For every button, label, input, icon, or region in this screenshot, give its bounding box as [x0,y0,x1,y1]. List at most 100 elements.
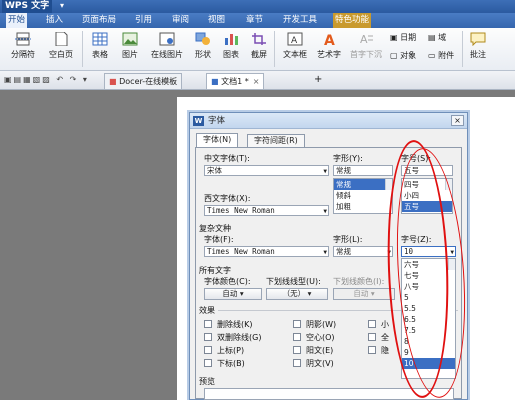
close-icon[interactable]: × [451,115,464,126]
tab-home[interactable]: 开始 [6,13,28,28]
chevron-down-icon: ▾ [239,289,244,298]
attachment-button[interactable]: ▭ 附件 [428,50,454,62]
west-font-select[interactable]: Times New Roman ▼ [204,205,329,216]
new-tab-button[interactable]: + [314,74,322,85]
picture-button[interactable]: 图片 [116,30,144,68]
table-icon [92,32,108,46]
underline-color-label: 下划线颜色(I): [333,277,385,286]
page-break-button[interactable]: 分隔符 [4,30,42,68]
strikethrough-checkbox[interactable] [204,320,212,328]
double-strikethrough-checkbox[interactable] [204,333,212,341]
style-list[interactable]: 常规 倾斜 加粗 [333,178,393,214]
west-font-label: 西文字体(X): [204,194,251,203]
small-caps-checkbox[interactable] [368,320,376,328]
app-menu-chevron-icon[interactable]: ▾ [60,1,64,10]
tab-developer[interactable]: 开发工具 [281,13,319,28]
outline-checkbox[interactable] [293,333,301,341]
chart-button[interactable]: 图表 [218,30,244,68]
ribbon-divider [274,31,275,67]
cstyle-select[interactable]: 常规 ▼ [333,246,393,257]
tab-chapter[interactable]: 章节 [244,13,265,28]
cn-font-value: 宋体 [207,166,222,175]
attachment-icon: ▭ [428,51,439,60]
dropcap-button[interactable]: A 首字下沉 [346,30,386,68]
tab-close-icon[interactable]: × [253,77,260,86]
tab-view[interactable]: 视图 [206,13,227,28]
subscript-checkbox[interactable] [204,359,212,367]
object-label: 对象 [400,51,417,60]
shape-button[interactable]: 形状 [190,30,216,68]
comment-button[interactable]: 批注 [466,30,490,68]
dialog-titlebar[interactable]: W 字体 × [190,113,467,129]
quick-access-toolbar[interactable]: ▣▤▦▧▨ ↶ ↷ ▾ [4,75,89,84]
blank-page-button[interactable]: 空白页 [44,30,78,68]
picture-label: 图片 [122,50,138,59]
style-input[interactable]: 常规 [333,165,393,176]
tab-review[interactable]: 审阅 [170,13,191,28]
cn-font-select[interactable]: 宋体 ▼ [204,165,329,176]
app-title[interactable]: WPS 文字 [2,0,53,13]
table-label: 表格 [92,50,108,59]
engrave-checkbox[interactable] [293,359,301,367]
style-label: 字形(Y): [333,154,363,163]
list-item[interactable]: 倾斜 [334,190,392,201]
tab-document1-label: 文档1 * [221,77,249,86]
app-titlebar: WPS 文字 ▾ [0,0,515,13]
textbox-button[interactable]: A 文本框 [278,30,312,68]
online-picture-icon [159,32,175,46]
superscript-label: 上标(P) [217,346,245,355]
chart-label: 图表 [223,50,239,59]
underline-style-label: 下划线线型(U): [266,277,321,286]
tab-font[interactable]: 字体(N) [196,133,239,147]
date-label: 日期 [400,33,417,42]
field-button[interactable]: ▤ 域 [428,32,446,44]
emboss-checkbox[interactable] [293,346,301,354]
menu-tab-bar: 开始 插入 页面布局 引用 审阅 视图 章节 开发工具 特色功能 [0,13,515,28]
svg-text:A: A [291,36,298,46]
object-button[interactable]: ▢ 对象 [390,50,416,62]
all-caps-checkbox[interactable] [368,333,376,341]
ribbon-divider [82,31,83,67]
shadow-checkbox[interactable] [293,320,301,328]
tab-char-spacing[interactable]: 字符间距(R) [247,134,305,147]
tab-references[interactable]: 引用 [133,13,154,28]
attachment-label: 附件 [438,51,455,60]
outline-label: 空心(O) [306,333,335,342]
font-color-dropdown[interactable]: 自动 ▾ [204,288,262,300]
shape-label: 形状 [195,50,211,59]
chevron-down-icon: ▼ [323,168,327,175]
list-item[interactable]: 加粗 [334,201,392,212]
tab-document1[interactable]: ■ 文档1 * × [206,73,265,89]
screenshot-button[interactable]: 截屏 [246,30,272,68]
wordart-button[interactable]: A 艺术字 [314,30,344,68]
online-picture-button[interactable]: 在线图片 [146,30,188,68]
comment-label: 批注 [470,50,486,59]
cfont-select[interactable]: Times New Roman ▼ [204,246,329,257]
complex-group-title: 复杂文种 [199,224,231,233]
table-button[interactable]: 表格 [86,30,114,68]
screenshot-label: 截屏 [251,50,267,59]
chart-icon [225,34,238,45]
chevron-down-icon: ▾ [307,289,312,298]
underline-color-dropdown[interactable]: 自动 ▾ [333,288,395,300]
underline-color-value: 自动 [353,289,369,298]
hidden-checkbox[interactable] [368,346,376,354]
underline-style-dropdown[interactable]: （无） ▾ [266,288,328,300]
date-button[interactable]: ▣ 日期 [390,32,416,44]
chevron-down-icon: ▼ [323,208,327,215]
shape-icon [195,32,210,45]
chevron-down-icon: ▾ [370,289,375,298]
underline-style-value: （无） [282,289,306,298]
tab-docer-template[interactable]: ■ Docer-在线模板 [104,73,183,89]
list-item[interactable]: 常规 [334,179,392,190]
cstyle-label: 字形(L): [333,235,363,244]
superscript-checkbox[interactable] [204,346,212,354]
tab-insert[interactable]: 插入 [44,13,65,28]
subscript-label: 下标(B) [217,359,245,368]
tab-special[interactable]: 特色功能 [333,13,372,28]
all-caps-label: 全 [381,333,389,342]
engrave-label: 阴文(V) [306,359,334,368]
tab-layout[interactable]: 页面布局 [80,13,118,28]
tab-docer-label: Docer-在线模板 [119,77,178,86]
screenshot-icon [252,33,266,45]
